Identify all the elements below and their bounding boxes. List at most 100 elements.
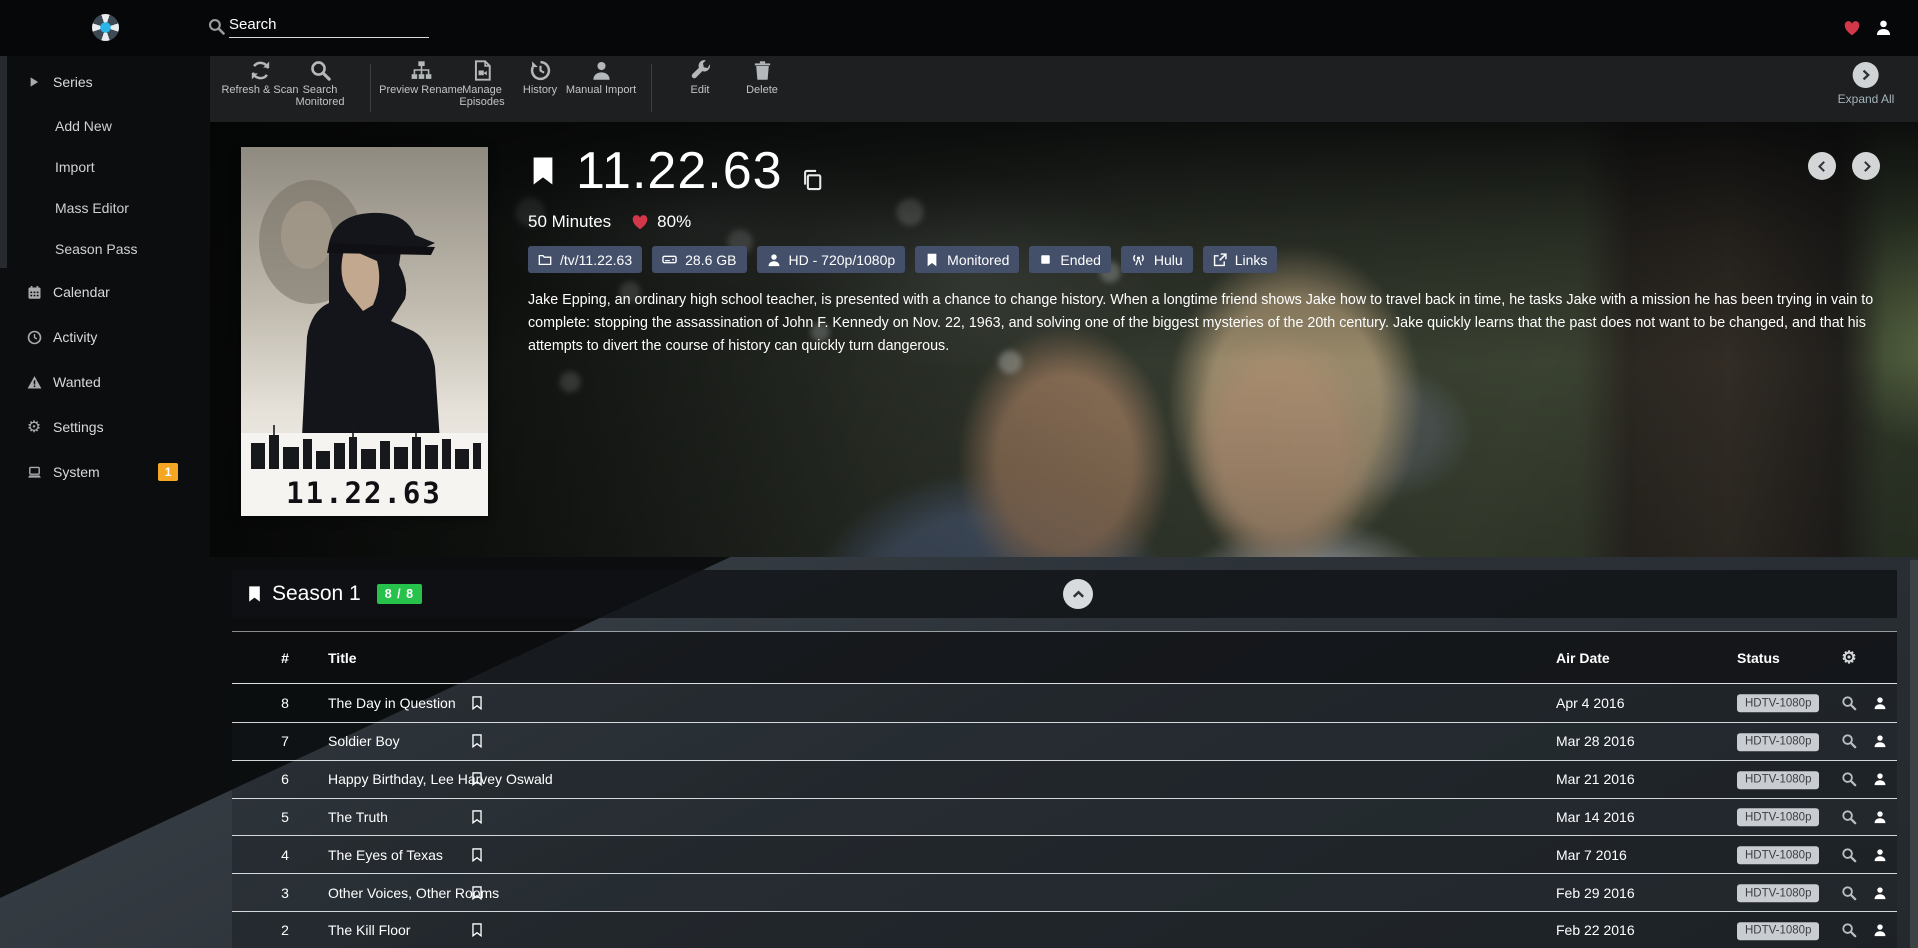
search-icon <box>208 18 225 35</box>
monitored-badge[interactable]: Monitored <box>915 246 1019 273</box>
column-air-date[interactable]: Air Date <box>1556 650 1610 666</box>
sidebar-item-activity[interactable]: Activity <box>0 325 210 349</box>
clock-icon <box>24 330 44 345</box>
season-header: Season 1 8 / 8 <box>232 570 1897 618</box>
episode-row[interactable]: 2 The Kill Floor Feb 22 2016 HDTV-1080p <box>232 911 1897 948</box>
episode-row[interactable]: 3 Other Voices, Other Rooms Feb 29 2016 … <box>232 873 1897 911</box>
episode-monitor-bookmark-icon[interactable] <box>470 733 485 750</box>
series-status-badge[interactable]: Ended <box>1029 246 1110 273</box>
episode-monitor-bookmark-icon[interactable] <box>470 846 485 863</box>
delete-button[interactable]: Delete <box>719 60 805 96</box>
stop-square-icon <box>1039 253 1052 266</box>
episode-search-icon[interactable] <box>1842 734 1857 749</box>
series-monitored-bookmark-icon[interactable] <box>528 149 558 193</box>
episode-manual-search-icon[interactable] <box>1873 734 1887 748</box>
column-title[interactable]: Title <box>328 650 357 666</box>
sidebar-item-calendar[interactable]: Calendar <box>0 280 210 304</box>
series-toolbar: Refresh & Scan Search Monitored Preview … <box>210 56 1918 122</box>
episode-number: 7 <box>281 733 289 749</box>
sidebar-item-series[interactable]: Series <box>0 70 210 94</box>
episode-search-icon[interactable] <box>1842 809 1857 824</box>
network-badge[interactable]: Hulu <box>1121 246 1193 273</box>
episode-monitor-bookmark-icon[interactable] <box>470 922 485 939</box>
copy-title-icon[interactable] <box>801 169 823 191</box>
sidebar-item-add-new[interactable]: Add New <box>0 114 210 138</box>
episode-table: # Title Air Date Status ⚙ 8 The Day in Q… <box>232 631 1897 948</box>
series-overview: Jake Epping, an ordinary high school tea… <box>528 289 1896 358</box>
series-poster: 11.22.63 <box>241 147 488 516</box>
sidebar-item-import[interactable]: Import <box>0 155 210 179</box>
episode-search-icon[interactable] <box>1842 923 1857 938</box>
episode-manual-search-icon[interactable] <box>1873 696 1887 710</box>
trash-icon <box>752 60 773 81</box>
episode-title[interactable]: The Eyes of Texas <box>328 847 443 863</box>
episode-search-icon[interactable] <box>1842 772 1857 787</box>
sidebar-item-mass-editor[interactable]: Mass Editor <box>0 196 210 220</box>
episode-manual-search-icon[interactable] <box>1873 810 1887 824</box>
episode-title[interactable]: The Truth <box>328 809 388 825</box>
episode-search-icon[interactable] <box>1842 695 1857 710</box>
sitemap-icon <box>411 60 432 81</box>
series-path-badge[interactable]: /tv/11.22.63 <box>528 246 642 273</box>
episode-title[interactable]: The Kill Floor <box>328 922 410 938</box>
sidebar-item-season-pass[interactable]: Season Pass <box>0 237 210 261</box>
episode-number: 2 <box>281 922 289 938</box>
episode-search-icon[interactable] <box>1842 885 1857 900</box>
sync-icon <box>250 60 271 81</box>
episode-monitor-bookmark-icon[interactable] <box>470 694 485 711</box>
episode-manual-search-icon[interactable] <box>1873 772 1887 786</box>
episode-number: 4 <box>281 847 289 863</box>
episode-monitor-bookmark-icon[interactable] <box>470 808 485 825</box>
expand-all-button[interactable]: Expand All <box>1838 62 1895 106</box>
chevron-right-circle-icon <box>1853 62 1879 88</box>
search-monitored-button[interactable]: Search Monitored <box>277 60 363 108</box>
episode-quality-badge: HDTV-1080p <box>1737 695 1819 713</box>
sonarr-logo-icon[interactable] <box>92 14 119 41</box>
donate-heart-icon[interactable] <box>1843 19 1861 37</box>
episode-number: 5 <box>281 809 289 825</box>
episode-title[interactable]: Soldier Boy <box>328 733 400 749</box>
episode-row[interactable]: 8 The Day in Question Apr 4 2016 HDTV-10… <box>232 684 1897 722</box>
collapse-season-button[interactable] <box>1063 579 1093 609</box>
table-options-gear-icon[interactable]: ⚙ <box>1841 648 1856 668</box>
episode-title[interactable]: Happy Birthday, Lee Harvey Oswald <box>328 771 553 787</box>
page-scrollbar[interactable] <box>1910 560 1918 948</box>
episode-quality-badge: HDTV-1080p <box>1737 733 1819 751</box>
column-status[interactable]: Status <box>1737 650 1780 666</box>
season-title: Season 1 <box>272 582 361 606</box>
links-badge[interactable]: Links <box>1203 246 1278 273</box>
sidebar-item-system[interactable]: System1 <box>0 460 210 484</box>
quality-profile-badge[interactable]: HD - 720p/1080p <box>757 246 906 273</box>
wrench-icon <box>690 60 711 81</box>
svg-text:11.22.63: 11.22.63 <box>286 476 442 510</box>
bookmark-icon <box>925 253 939 267</box>
season-monitored-bookmark-icon[interactable] <box>246 582 263 606</box>
episode-title[interactable]: Other Voices, Other Rooms <box>328 885 499 901</box>
toolbar-separator <box>651 64 652 112</box>
manual-import-button[interactable]: Manual Import <box>558 60 644 96</box>
sidebar-item-settings[interactable]: ⚙Settings <box>0 415 210 439</box>
episode-row[interactable]: 5 The Truth Mar 14 2016 HDTV-1080p <box>232 798 1897 836</box>
episode-manual-search-icon[interactable] <box>1873 848 1887 862</box>
episode-row[interactable]: 4 The Eyes of Texas Mar 7 2016 HDTV-1080… <box>232 835 1897 873</box>
user-account-icon[interactable] <box>1875 19 1892 36</box>
episode-title[interactable]: The Day in Question <box>328 695 456 711</box>
search-icon <box>310 60 331 81</box>
warning-icon <box>24 375 44 390</box>
file-video-icon <box>472 60 493 81</box>
episode-count-badge: 8 / 8 <box>377 584 422 604</box>
episode-quality-badge: HDTV-1080p <box>1737 809 1819 827</box>
sidebar-item-wanted[interactable]: Wanted <box>0 370 210 394</box>
column-number[interactable]: # <box>281 650 289 666</box>
search-input[interactable] <box>229 12 429 38</box>
toolbar-separator <box>370 64 371 112</box>
episode-manual-search-icon[interactable] <box>1873 923 1887 937</box>
episode-search-icon[interactable] <box>1842 847 1857 862</box>
episode-row[interactable]: 6 Happy Birthday, Lee Harvey Oswald Mar … <box>232 760 1897 798</box>
hard-drive-icon <box>662 252 677 267</box>
top-bar <box>0 0 1918 56</box>
episode-row[interactable]: 7 Soldier Boy Mar 28 2016 HDTV-1080p <box>232 722 1897 760</box>
episode-manual-search-icon[interactable] <box>1873 886 1887 900</box>
series-size-badge[interactable]: 28.6 GB <box>652 246 746 273</box>
episode-air-date: Mar 14 2016 <box>1556 809 1635 825</box>
